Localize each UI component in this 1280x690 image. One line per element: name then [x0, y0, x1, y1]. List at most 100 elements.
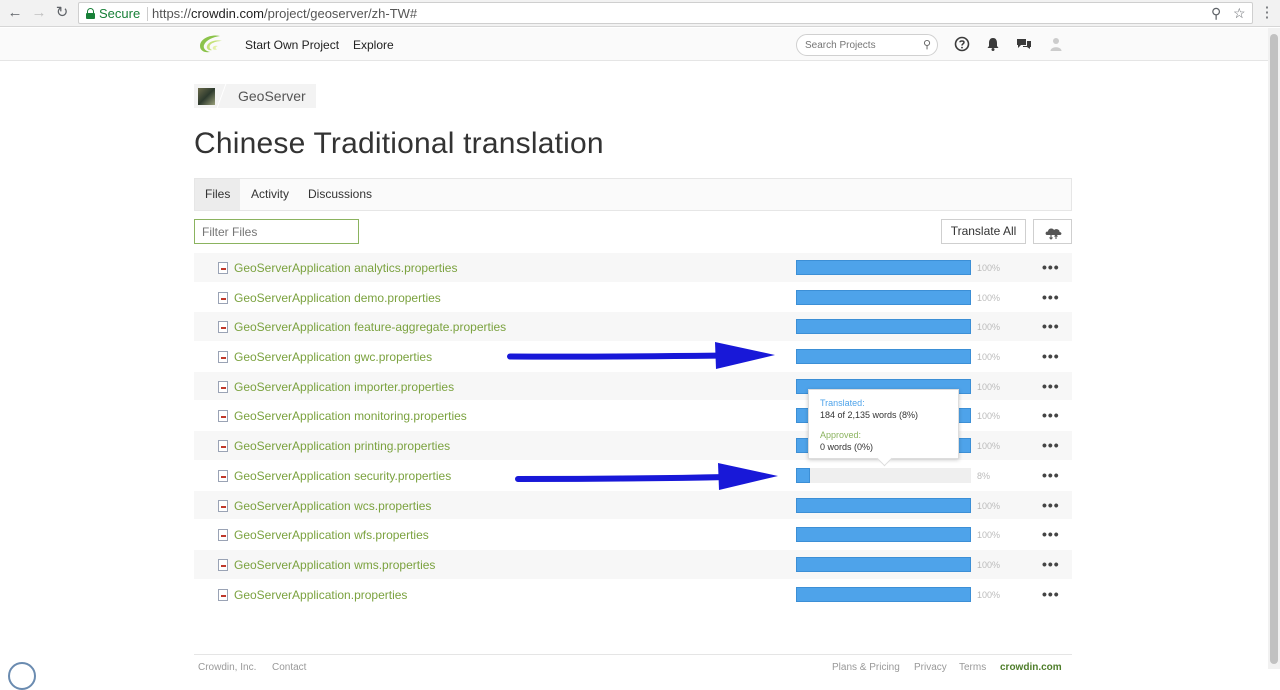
- file-row[interactable]: GeoServerApplication demo.properties 100%…: [194, 281, 1072, 312]
- progress-percent: 100%: [977, 411, 1001, 422]
- file-icon: [218, 440, 228, 453]
- file-icon: [218, 588, 228, 601]
- browser-menu-icon[interactable]: ⋮: [1258, 4, 1276, 22]
- progress-percent: 100%: [977, 589, 1001, 600]
- file-name-link[interactable]: GeoServerApplication printing.properties: [234, 439, 450, 453]
- filter-files-box[interactable]: [194, 219, 359, 244]
- file-icon: [218, 262, 228, 274]
- row-menu-icon[interactable]: •••: [1042, 259, 1060, 275]
- progress-percent: 100%: [977, 530, 1001, 541]
- footer-terms-link[interactable]: Terms: [959, 662, 986, 673]
- reload-icon[interactable]: ↻: [53, 4, 71, 22]
- file-name-link[interactable]: GeoServerApplication gwc.properties: [234, 350, 432, 364]
- bookmark-star-icon[interactable]: ☆: [1233, 5, 1246, 22]
- progress-bar[interactable]: [796, 527, 971, 543]
- file-name-link[interactable]: GeoServerApplication security.properties: [234, 469, 451, 483]
- file-icon: [218, 410, 228, 423]
- file-icon: [218, 321, 228, 334]
- tab-bar: Files Activity Discussions: [194, 178, 1072, 211]
- file-row[interactable]: GeoServerApplication.properties 100% •••: [194, 578, 1072, 609]
- row-menu-icon[interactable]: •••: [1042, 378, 1060, 394]
- file-icon: [218, 380, 228, 393]
- zoom-icon[interactable]: ⚲: [1211, 5, 1221, 22]
- url-text[interactable]: https://crowdin.com/project/geoserver/zh…: [152, 6, 417, 21]
- tab-activity[interactable]: Activity: [241, 179, 299, 210]
- file-name-link[interactable]: GeoServerApplication wcs.properties: [234, 499, 431, 513]
- search-box[interactable]: ⚲: [796, 34, 938, 56]
- row-menu-icon[interactable]: •••: [1042, 318, 1060, 334]
- progress-percent: 100%: [977, 500, 1001, 511]
- row-menu-icon[interactable]: •••: [1042, 467, 1060, 483]
- file-row[interactable]: GeoServerApplication analytics.propertie…: [194, 252, 1072, 282]
- row-menu-icon[interactable]: •••: [1042, 437, 1060, 453]
- progress-bar-fill: [796, 289, 971, 305]
- search-icon[interactable]: ⚲: [923, 38, 931, 51]
- progress-percent: 100%: [977, 559, 1001, 570]
- file-name-link[interactable]: GeoServerApplication demo.properties: [234, 291, 441, 305]
- row-menu-icon[interactable]: •••: [1042, 348, 1060, 364]
- start-own-project-link[interactable]: Start Own Project: [245, 38, 339, 52]
- messages-icon[interactable]: [1016, 36, 1032, 52]
- progress-bar-fill: [796, 527, 971, 543]
- filter-files-input[interactable]: [195, 220, 358, 243]
- tab-files[interactable]: Files: [195, 179, 241, 210]
- user-avatar-icon[interactable]: [1048, 36, 1064, 52]
- progress-percent: 100%: [977, 352, 1001, 363]
- file-name-link[interactable]: GeoServerApplication wfs.properties: [234, 528, 429, 542]
- row-menu-icon[interactable]: •••: [1042, 586, 1060, 602]
- row-menu-icon[interactable]: •••: [1042, 407, 1060, 423]
- notifications-bell-icon[interactable]: [985, 36, 1001, 52]
- progress-bar[interactable]: [796, 556, 971, 572]
- progress-bar[interactable]: [796, 586, 971, 602]
- forward-icon[interactable]: →: [30, 4, 48, 22]
- progress-bar[interactable]: [796, 260, 971, 275]
- file-name-link[interactable]: GeoServerApplication monitoring.properti…: [234, 409, 467, 423]
- translate-all-button[interactable]: Translate All: [941, 219, 1026, 244]
- row-menu-icon[interactable]: •••: [1042, 289, 1060, 305]
- address-bar[interactable]: Secure https://crowdin.com/project/geose…: [78, 2, 1253, 24]
- file-row[interactable]: GeoServerApplication gwc.properties 100% •…: [194, 341, 1072, 371]
- progress-bar-fill: [796, 349, 971, 365]
- cloud-download-icon: [1045, 228, 1062, 240]
- file-name-link[interactable]: GeoServerApplication.properties: [234, 588, 407, 602]
- file-name-link[interactable]: GeoServerApplication feature-aggregate.p…: [234, 320, 506, 334]
- progress-bar[interactable]: [796, 497, 971, 513]
- file-icon: [218, 351, 228, 364]
- breadcrumb-project[interactable]: GeoServer: [238, 88, 306, 104]
- help-icon[interactable]: [954, 36, 970, 52]
- file-name-link[interactable]: GeoServerApplication importer.properties: [234, 380, 454, 394]
- row-menu-icon[interactable]: •••: [1042, 497, 1060, 513]
- progress-bar[interactable]: [796, 467, 971, 483]
- footer-privacy-link[interactable]: Privacy: [914, 662, 947, 673]
- page-scrollbar[interactable]: [1268, 28, 1280, 669]
- corner-badge: [8, 662, 36, 690]
- file-name-link[interactable]: GeoServerApplication analytics.propertie…: [234, 261, 457, 275]
- explore-link[interactable]: Explore: [353, 38, 394, 52]
- file-row[interactable]: GeoServerApplication wfs.properties 100% •…: [194, 519, 1072, 549]
- file-row[interactable]: GeoServerApplication feature-aggregate.p…: [194, 311, 1072, 342]
- footer-contact-link[interactable]: Contact: [272, 662, 306, 673]
- download-cloud-button[interactable]: [1033, 219, 1072, 244]
- footer-pricing-link[interactable]: Plans & Pricing: [832, 662, 900, 673]
- crowdin-logo-icon[interactable]: [196, 33, 224, 55]
- file-row[interactable]: GeoServerApplication wcs.properties 100% •…: [194, 489, 1072, 520]
- file-row[interactable]: GeoServerApplication security.properties…: [194, 459, 1072, 490]
- progress-bar-fill: [796, 467, 810, 483]
- tab-discussions[interactable]: Discussions: [298, 179, 382, 210]
- progress-percent: 100%: [977, 381, 1001, 392]
- progress-bar[interactable]: [796, 319, 971, 335]
- file-name-link[interactable]: GeoServerApplication wms.properties: [234, 558, 435, 572]
- project-avatar[interactable]: [198, 88, 215, 105]
- row-menu-icon[interactable]: •••: [1042, 556, 1060, 572]
- footer-company-link[interactable]: Crowdin, Inc.: [198, 662, 256, 673]
- progress-bar[interactable]: [796, 289, 971, 305]
- file-icon: [218, 529, 228, 542]
- browser-toolbar: ← → ↻ Secure https://crowdin.com/project…: [0, 0, 1280, 27]
- progress-bar[interactable]: [796, 349, 971, 365]
- scrollbar-thumb[interactable]: [1270, 34, 1278, 664]
- tooltip-approved-label: Approved:: [820, 430, 862, 440]
- search-input[interactable]: [805, 38, 915, 53]
- row-menu-icon[interactable]: •••: [1042, 526, 1060, 542]
- file-row[interactable]: GeoServerApplication wms.properties 100% •…: [194, 548, 1072, 579]
- back-icon[interactable]: ←: [6, 4, 24, 22]
